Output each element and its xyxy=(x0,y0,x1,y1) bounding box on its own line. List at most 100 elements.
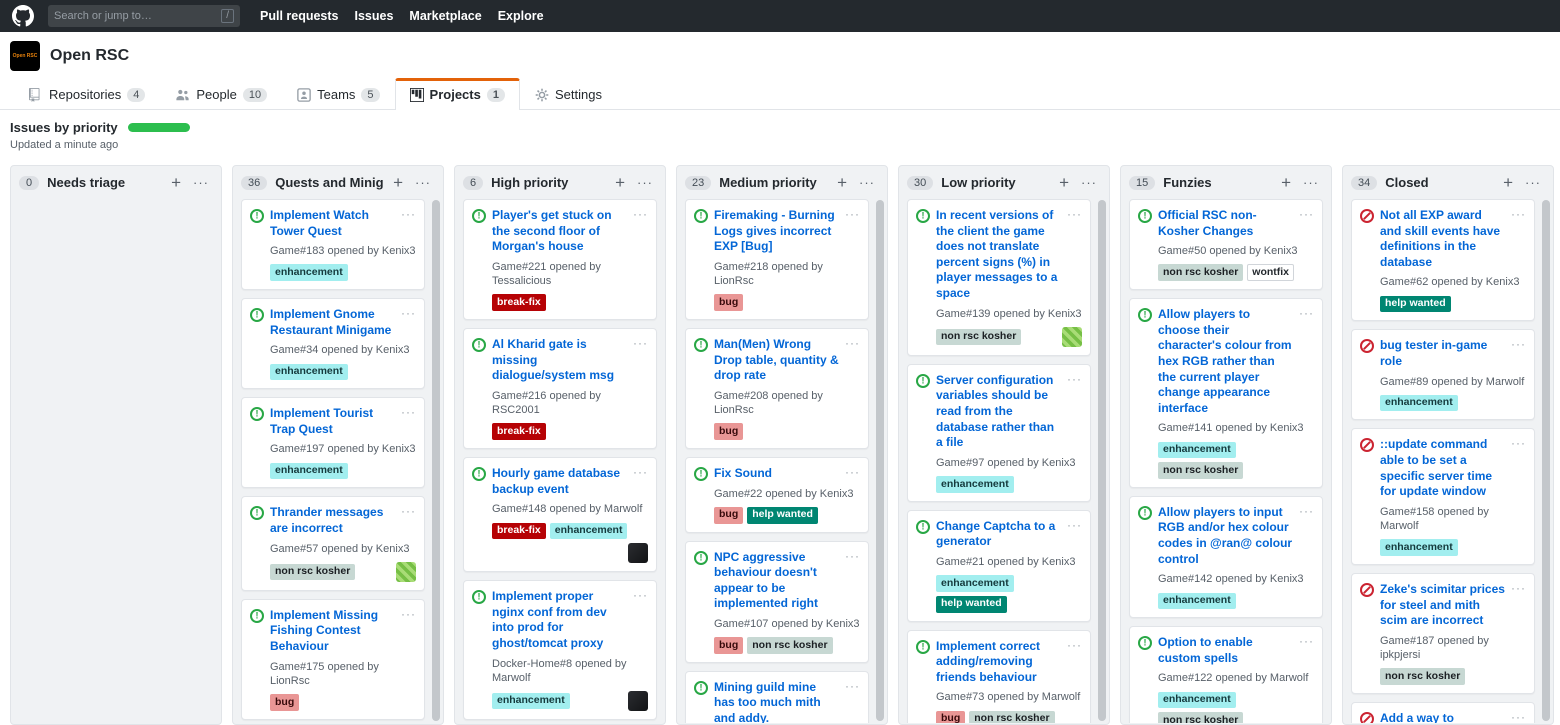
tab-teams[interactable]: Teams 5 xyxy=(282,78,394,110)
issue-card[interactable]: Implement proper nginx conf from dev int… xyxy=(463,580,657,720)
card-menu-button[interactable]: ··· xyxy=(845,550,860,562)
issue-card[interactable]: ::update command able to be set a specif… xyxy=(1351,428,1535,565)
card-menu-button[interactable]: ··· xyxy=(633,589,648,601)
issue-card[interactable]: Mining guild mine has too much mith and … xyxy=(685,671,869,723)
card-menu-button[interactable]: ··· xyxy=(845,466,860,478)
card-menu-button[interactable]: ··· xyxy=(633,208,648,220)
column-scrollbar[interactable] xyxy=(1542,200,1550,721)
add-card-button[interactable]: + xyxy=(391,174,405,191)
issue-title[interactable]: Official RSC non-Kosher Changes xyxy=(1158,208,1293,239)
issue-card[interactable]: Implement correct adding/removing friend… xyxy=(907,630,1091,723)
issue-title[interactable]: Add a way to differentiate between dev a… xyxy=(1380,711,1505,723)
issue-title[interactable]: Not all EXP award and skill events have … xyxy=(1380,208,1505,270)
issue-card[interactable]: Al Kharid gate is missing dialogue/syste… xyxy=(463,328,657,449)
card-menu-button[interactable]: ··· xyxy=(1299,307,1314,319)
org-avatar[interactable]: Open RSC xyxy=(10,41,40,71)
card-menu-button[interactable]: ··· xyxy=(401,406,416,418)
issue-card[interactable]: Official RSC non-Kosher Changes ··· Game… xyxy=(1129,199,1323,290)
column-menu-button[interactable]: ··· xyxy=(635,176,655,189)
column-menu-button[interactable]: ··· xyxy=(1523,176,1543,189)
column-menu-button[interactable]: ··· xyxy=(857,176,877,189)
issue-title[interactable]: Man(Men) Wrong Drop table, quantity & dr… xyxy=(714,337,839,384)
card-menu-button[interactable]: ··· xyxy=(401,608,416,620)
issue-title[interactable]: Thrander messages are incorrect xyxy=(270,505,395,536)
issue-title[interactable]: Mining guild mine has too much mith and … xyxy=(714,680,839,723)
add-card-button[interactable]: + xyxy=(1279,174,1293,191)
issue-card[interactable]: Player's get stuck on the second floor o… xyxy=(463,199,657,320)
card-menu-button[interactable]: ··· xyxy=(845,337,860,349)
issue-card[interactable]: Implement Missing Fishing Contest Behavi… xyxy=(241,599,425,720)
card-menu-button[interactable]: ··· xyxy=(1299,208,1314,220)
issue-card[interactable]: Add a way to differentiate between dev a… xyxy=(1351,702,1535,723)
assignee-avatar[interactable] xyxy=(628,543,648,563)
card-menu-button[interactable]: ··· xyxy=(1299,635,1314,647)
card-menu-button[interactable]: ··· xyxy=(1067,519,1082,531)
issue-card[interactable]: Change Captcha to a generator ··· Game#2… xyxy=(907,510,1091,622)
issue-card[interactable]: Thrander messages are incorrect ··· Game… xyxy=(241,496,425,590)
issue-title[interactable]: Allow players to input RGB and/or hex co… xyxy=(1158,505,1293,567)
assignee-avatar[interactable] xyxy=(1062,327,1082,347)
card-menu-button[interactable]: ··· xyxy=(633,466,648,478)
card-menu-button[interactable]: ··· xyxy=(401,307,416,319)
card-menu-button[interactable]: ··· xyxy=(1067,373,1082,385)
issue-title[interactable]: Allow players to choose their character'… xyxy=(1158,307,1293,416)
card-menu-button[interactable]: ··· xyxy=(401,505,416,517)
issue-card[interactable]: Man(Men) Wrong Drop table, quantity & dr… xyxy=(685,328,869,449)
nav-pull-requests[interactable]: Pull requests xyxy=(260,9,339,23)
tab-projects[interactable]: Projects 1 xyxy=(395,78,520,110)
assignee-avatar[interactable] xyxy=(396,562,416,582)
issue-title[interactable]: Implement correct adding/removing friend… xyxy=(936,639,1061,686)
issue-card[interactable]: Server configuration variables should be… xyxy=(907,364,1091,502)
column-menu-button[interactable]: ··· xyxy=(1079,176,1099,189)
add-card-button[interactable]: + xyxy=(1057,174,1071,191)
column-scrollbar[interactable] xyxy=(1098,200,1106,721)
card-menu-button[interactable]: ··· xyxy=(1511,338,1526,350)
column-scrollbar[interactable] xyxy=(432,200,440,721)
issue-card[interactable]: Allow players to input RGB and/or hex co… xyxy=(1129,496,1323,618)
issue-card[interactable]: Not all EXP award and skill events have … xyxy=(1351,199,1535,321)
card-menu-button[interactable]: ··· xyxy=(1067,639,1082,651)
add-card-button[interactable]: + xyxy=(835,174,849,191)
column-menu-button[interactable]: ··· xyxy=(191,176,211,189)
add-card-button[interactable]: + xyxy=(169,174,183,191)
nav-marketplace[interactable]: Marketplace xyxy=(409,9,481,23)
add-card-button[interactable]: + xyxy=(613,174,627,191)
issue-title[interactable]: Implement Missing Fishing Contest Behavi… xyxy=(270,608,395,655)
column-scrollbar[interactable] xyxy=(876,200,884,721)
card-menu-button[interactable]: ··· xyxy=(1067,208,1082,220)
issue-title[interactable]: Implement Watch Tower Quest xyxy=(270,208,395,239)
issue-card[interactable]: Implement Tourist Trap Quest ··· Game#19… xyxy=(241,397,425,488)
issue-title[interactable]: Hourly game database backup event xyxy=(492,466,627,497)
tab-repositories[interactable]: Repositories 4 xyxy=(14,78,160,110)
issue-title[interactable]: Implement Gnome Restaurant Minigame xyxy=(270,307,395,338)
issue-title[interactable]: Implement proper nginx conf from dev int… xyxy=(492,589,627,651)
add-card-button[interactable]: + xyxy=(1501,174,1515,191)
column-menu-button[interactable]: ··· xyxy=(413,176,433,189)
search-input[interactable]: Search or jump to… / xyxy=(48,5,240,27)
tab-settings[interactable]: Settings xyxy=(520,78,617,110)
nav-explore[interactable]: Explore xyxy=(498,9,544,23)
issue-card[interactable]: Implement Watch Tower Quest ··· Game#183… xyxy=(241,199,425,290)
card-menu-button[interactable]: ··· xyxy=(1511,208,1526,220)
github-logo[interactable] xyxy=(12,5,34,27)
issue-title[interactable]: Server configuration variables should be… xyxy=(936,373,1061,451)
card-menu-button[interactable]: ··· xyxy=(845,208,860,220)
issue-card[interactable]: bug tester in-game role ··· Game#89 open… xyxy=(1351,329,1535,420)
issue-card[interactable]: NPC aggressive behaviour doesn't appear … xyxy=(685,541,869,663)
card-menu-button[interactable]: ··· xyxy=(401,208,416,220)
issue-title[interactable]: Fix Sound xyxy=(714,466,839,482)
issue-title[interactable]: Implement Tourist Trap Quest xyxy=(270,406,395,437)
issue-card[interactable]: Option to enable custom spells ··· Game#… xyxy=(1129,626,1323,723)
card-menu-button[interactable]: ··· xyxy=(1511,711,1526,723)
issue-title[interactable]: Player's get stuck on the second floor o… xyxy=(492,208,627,255)
issue-card[interactable]: Implement Gnome Restaurant Minigame ··· … xyxy=(241,298,425,389)
issue-title[interactable]: Firemaking - Burning Logs gives incorrec… xyxy=(714,208,839,255)
issue-card[interactable]: Fix Sound ··· Game#22 opened by Kenix3 b… xyxy=(685,457,869,533)
issue-title[interactable]: ::update command able to be set a specif… xyxy=(1380,437,1505,499)
card-menu-button[interactable]: ··· xyxy=(845,680,860,692)
assignee-avatar[interactable] xyxy=(628,691,648,711)
issue-title[interactable]: Option to enable custom spells xyxy=(1158,635,1293,666)
issue-card[interactable]: Firemaking - Burning Logs gives incorrec… xyxy=(685,199,869,320)
issue-card[interactable]: In recent versions of the client the gam… xyxy=(907,199,1091,356)
card-menu-button[interactable]: ··· xyxy=(1511,582,1526,594)
